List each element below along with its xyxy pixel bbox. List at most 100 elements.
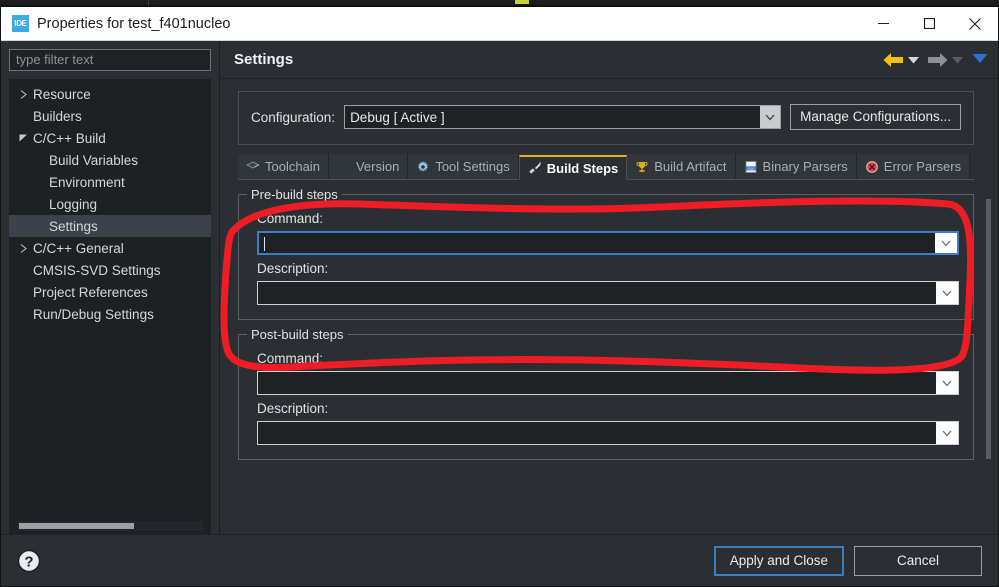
tab-build-steps[interactable]: Build Steps <box>518 155 628 180</box>
chevron-down-icon[interactable] <box>15 134 31 142</box>
minimize-button[interactable] <box>860 7 906 41</box>
build-steps-icon <box>528 161 542 175</box>
settings-tree-panel: type filter text Resource Builders C/C++ B… <box>1 41 220 534</box>
sidebar-item-label: Builders <box>33 108 82 124</box>
tab-label: Build Steps <box>546 160 619 176</box>
footer-buttons: Apply and Close Cancel <box>713 545 982 576</box>
tab-label: Build Artifact <box>654 159 727 174</box>
ide-icon: IDE <box>12 15 29 32</box>
version-icon <box>337 160 351 174</box>
configuration-value: Debug [ Active ] <box>350 109 445 125</box>
view-menu-icon <box>972 53 988 63</box>
content-header: Settings <box>220 41 998 79</box>
pre-build-command-label: Command: <box>257 211 324 226</box>
sidebar-item-logging[interactable]: Logging <box>9 193 211 215</box>
sidebar-item-label: C/C++ Build <box>33 130 106 146</box>
sidebar-item-c-c-build[interactable]: C/C++ Build <box>9 127 211 149</box>
tree-scroll-thumb[interactable] <box>19 523 135 529</box>
tab-tool-settings[interactable]: Tool Settings <box>408 154 519 179</box>
properties-dialog: IDE Properties for test_f401nucleo type … <box>0 6 999 587</box>
cancel-button[interactable]: Cancel <box>854 545 982 576</box>
chevron-right-icon[interactable] <box>15 89 31 99</box>
sidebar-item-label: Project References <box>33 284 148 300</box>
chevron-down-icon[interactable] <box>936 282 958 304</box>
configuration-label: Configuration: <box>251 109 336 125</box>
chevron-down-icon[interactable] <box>936 372 958 394</box>
post-build-steps-group: Post-build steps Command: Description: <box>238 327 974 460</box>
dialog-body: type filter text Resource Builders C/C++ B… <box>1 41 998 534</box>
sidebar-item-label: Resource <box>33 86 91 102</box>
tab-version[interactable]: Version <box>328 154 409 179</box>
view-menu-button[interactable] <box>972 51 988 69</box>
apply-and-close-button[interactable]: Apply and Close <box>713 545 844 576</box>
tool-settings-icon <box>416 160 430 174</box>
forward-dropdown-icon <box>952 56 963 63</box>
settings-content-pane: Settings Configuration: Debug [Active]… <box>220 41 998 534</box>
close-icon <box>969 17 981 30</box>
svg-text:010: 010 <box>747 165 754 170</box>
tab-toolchain[interactable]: Toolchain <box>238 154 329 179</box>
sidebar-item-label: Run/Debug Settings <box>33 306 154 322</box>
sidebar-item-label: Environment <box>49 174 125 190</box>
pre-build-steps-group: Pre-build steps Command: Description: <box>238 187 974 320</box>
sidebar-item-label: Build Variables <box>49 152 139 168</box>
maximize-button[interactable] <box>906 7 952 41</box>
post-build-description-combo[interactable] <box>257 421 959 445</box>
tab-binary-parsers[interactable]: 010 Binary Parsers <box>735 154 857 179</box>
chevron-down-icon[interactable] <box>935 233 957 253</box>
window-title: Properties for test_f401nucleo <box>37 15 231 32</box>
help-icon[interactable]: ? <box>17 549 41 573</box>
trophy-icon <box>635 160 649 174</box>
sidebar-item-c-c-general[interactable]: C/C++ General <box>9 237 211 259</box>
filter-input[interactable]: type filter text <box>9 49 211 71</box>
forward-dropdown-button[interactable] <box>952 51 963 69</box>
post-build-steps-title: Post-build steps <box>247 327 348 342</box>
tree-horizontal-scrollbar[interactable] <box>17 521 203 531</box>
sidebar-item-label: CMSIS-SVD Settings <box>33 262 161 278</box>
pre-build-description-combo[interactable] <box>257 281 959 305</box>
configuration-row: Configuration: Debug [ Active ] Manage C… <box>251 104 961 130</box>
sidebar-item-environment[interactable]: Environment <box>9 171 211 193</box>
settings-scroll-area: Configuration: Debug [ Active ] Manage C… <box>220 79 998 534</box>
maximize-icon <box>923 18 935 29</box>
sidebar-item-settings[interactable]: Settings <box>9 215 211 237</box>
back-button[interactable] <box>882 51 905 69</box>
settings-tree: Resource Builders C/C++ Build Build Variabl… <box>9 79 211 534</box>
pre-build-steps-title: Pre-build steps <box>247 187 342 202</box>
svg-text:?: ? <box>24 553 33 570</box>
chevron-right-icon[interactable] <box>15 243 31 253</box>
post-build-command-combo[interactable] <box>257 371 959 395</box>
binary-parsers-icon: 010 <box>744 160 758 174</box>
window-controls <box>860 7 998 41</box>
content-vertical-scrollbar[interactable] <box>986 199 991 459</box>
chevron-down-icon[interactable] <box>936 422 958 444</box>
tab-label: Binary Parsers <box>762 159 848 174</box>
configuration-combo[interactable]: Debug [ Active ] <box>344 105 782 129</box>
pre-build-command-value[interactable] <box>259 235 935 251</box>
sidebar-item-build-variables[interactable]: Build Variables <box>9 149 211 171</box>
minimize-icon <box>877 23 889 24</box>
tab-label: Version <box>355 159 400 174</box>
sidebar-item-label: Settings <box>49 218 98 234</box>
tab-label: Error Parsers <box>883 159 962 174</box>
tab-label: Toolchain <box>265 159 320 174</box>
back-arrow-icon <box>883 52 903 67</box>
back-dropdown-button[interactable] <box>908 51 919 69</box>
forward-button[interactable] <box>926 51 949 69</box>
forward-arrow-icon <box>928 52 948 67</box>
tab-label: Tool Settings <box>435 159 510 174</box>
manage-configurations-button[interactable]: Manage Configurations... <box>790 104 961 130</box>
pre-build-command-combo[interactable] <box>257 231 959 255</box>
chevron-down-icon[interactable] <box>760 106 781 128</box>
settings-tab-bar: Toolchain Version Tool Settings Build Steps… <box>238 154 974 180</box>
sidebar-item-resource[interactable]: Resource <box>9 83 211 105</box>
tab-build-artifact[interactable]: Build Artifact <box>627 154 736 179</box>
sidebar-item-builders[interactable]: Builders <box>9 105 211 127</box>
post-build-description-label: Description: <box>257 401 329 416</box>
sidebar-item-project-references[interactable]: Project References <box>9 281 211 303</box>
sidebar-item-run-debug-settings[interactable]: Run/Debug Settings <box>9 303 211 325</box>
navigation-toolbar <box>882 51 988 69</box>
sidebar-item-cmsis-svd-settings[interactable]: CMSIS-SVD Settings <box>9 259 211 281</box>
close-button[interactable] <box>952 7 998 41</box>
tab-error-parsers[interactable]: Error Parsers <box>856 154 971 179</box>
